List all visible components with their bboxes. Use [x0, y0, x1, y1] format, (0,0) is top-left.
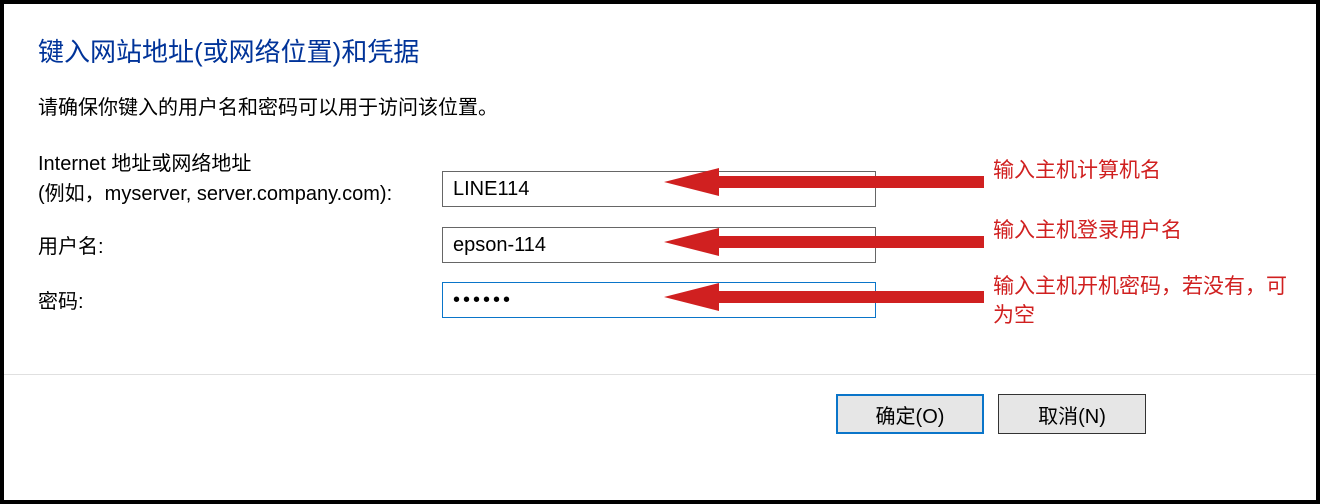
dialog-title: 键入网站地址(或网络位置)和凭据: [38, 32, 1282, 69]
ok-button[interactable]: 确定(O): [836, 394, 984, 434]
username-label: 用户名:: [38, 232, 104, 262]
annotation-computer-name: 输入主机计算机名: [993, 156, 1293, 185]
password-label: 密码:: [38, 287, 84, 317]
address-label-line1: Internet 地址或网络地址: [38, 149, 392, 179]
button-row: 确定(O) 取消(N): [836, 394, 1146, 434]
cancel-button[interactable]: 取消(N): [998, 394, 1146, 434]
address-label-line2: (例如，myserver, server.company.com):: [38, 179, 392, 209]
annotation-password: 输入主机开机密码，若没有，可为空: [993, 272, 1293, 331]
dialog-subtitle: 请确保你键入的用户名和密码可以用于访问该位置。: [38, 91, 1282, 120]
password-input[interactable]: [442, 282, 876, 318]
address-input[interactable]: [442, 171, 876, 207]
annotation-username: 输入主机登录用户名: [993, 216, 1293, 245]
username-input[interactable]: [442, 227, 876, 263]
separator: [4, 374, 1316, 375]
address-label: Internet 地址或网络地址 (例如，myserver, server.co…: [38, 149, 392, 209]
credential-dialog: 键入网站地址(或网络位置)和凭据 请确保你键入的用户名和密码可以用于访问该位置。…: [4, 4, 1316, 120]
